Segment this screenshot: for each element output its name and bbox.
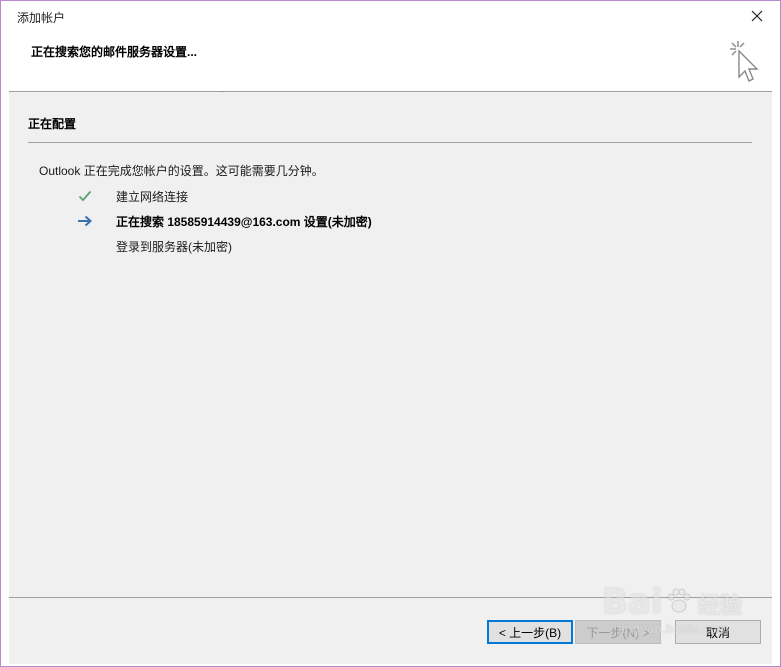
status-description: Outlook 正在完成您帐户的设置。这可能需要几分钟。 [39,164,324,178]
close-button[interactable] [734,1,780,31]
step-label: 建立网络连接 [116,189,189,204]
section-title: 正在配置 [28,117,77,131]
step-item-network: 建立网络连接 [75,186,188,206]
step-item-login: 登录到服务器(未加密) [75,236,232,256]
arrow-right-icon [75,213,95,229]
busy-cursor-icon [730,41,759,82]
step-label: 正在搜索 18585914439@163.com 设置(未加密) [116,214,372,229]
window-title: 添加帐户 [17,11,66,25]
checkmark-icon [75,188,95,204]
step-item-search: 正在搜索 18585914439@163.com 设置(未加密) [75,211,372,231]
header-title: 正在搜索您的邮件服务器设置... [31,45,198,59]
add-account-dialog: 添加帐户 正在搜索您的邮件服务器设置... 正在配置 Outlook 正在完成您… [0,0,781,667]
wizard-header: 正在搜索您的邮件服务器设置... [9,31,772,92]
back-button[interactable]: < 上一步(B) [487,620,573,644]
title-bar[interactable]: 添加帐户 [1,1,780,31]
cancel-button[interactable]: 取消 [675,620,761,644]
wizard-content: 正在配置 Outlook 正在完成您帐户的设置。这可能需要几分钟。 建立网络连接… [9,92,772,597]
step-label: 登录到服务器(未加密) [116,239,232,254]
next-button[interactable]: 下一步(N) > [575,620,661,644]
section-divider [28,142,752,143]
close-icon [751,10,763,22]
wizard-footer: < 上一步(B) 下一步(N) > 取消 [9,597,772,664]
